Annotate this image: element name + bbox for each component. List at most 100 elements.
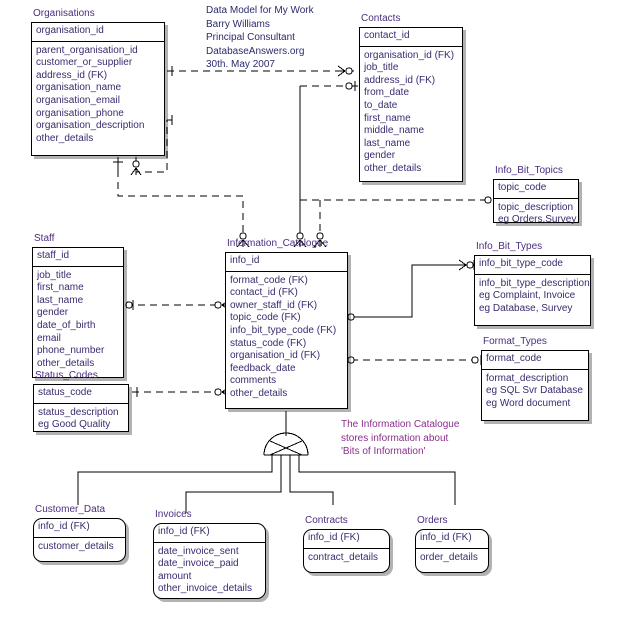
entity-box[interactable]: info_id format_code (FK) contact_id (FK)…	[225, 252, 348, 409]
field-attr: customer_details	[38, 540, 114, 552]
entity-box[interactable]: info_id (FK) customer_details	[33, 518, 126, 562]
field-attr: gender	[364, 150, 396, 162]
field-attr: topic_description	[498, 201, 574, 213]
field-attr: other_details	[230, 387, 288, 399]
field-attr: first_name	[37, 282, 84, 294]
attribute-section: topic_description eg Orders,Survey	[494, 199, 578, 230]
field-attr: status_code (FK)	[230, 337, 307, 349]
attribute-section: job_title first_name last_name gender da…	[33, 267, 123, 374]
field-attr: address_id (FK)	[36, 69, 108, 81]
attribute-section: customer_details	[34, 538, 125, 557]
primary-key-section: staff_id	[33, 248, 123, 267]
field-attr: eg Complaint, Invoice	[479, 290, 576, 302]
attribute-section: info_bit_type_description eg Complaint, …	[475, 275, 590, 319]
attribute-section: order_details	[416, 549, 488, 568]
entity-box[interactable]: organisation_id parent_organisation_id c…	[31, 22, 165, 156]
field-attr: phone_number	[37, 345, 105, 357]
field-attr: organisation_id (FK)	[230, 350, 321, 362]
field-attr: amount	[158, 570, 192, 582]
attribute-section: format_description eg SQL Svr Database e…	[482, 370, 588, 414]
attribute-section: date_invoice_sent date_invoice_paid amou…	[154, 543, 265, 599]
field-pk: status_code	[38, 387, 92, 398]
primary-key-section: format_code	[482, 351, 588, 370]
primary-key-section: info_id (FK)	[34, 519, 125, 538]
author-line: Barry Williams	[206, 18, 270, 30]
entity-box[interactable]: status_code status_description eg Good Q…	[33, 384, 129, 432]
field-pk: staff_id	[37, 250, 70, 261]
field-attr: other_details	[36, 132, 94, 144]
field-attr: eg Word document	[486, 397, 571, 409]
entity-title: Information_Catalogue	[227, 238, 329, 249]
entity-box[interactable]: info_id (FK) contract_details	[303, 529, 390, 573]
date-line: 30th. May 2007	[206, 59, 275, 70]
annotation-line-3: 'Bits of Information'	[341, 446, 426, 457]
field-attr: organisation_id (FK)	[364, 49, 455, 61]
field-attr: parent_organisation_id	[36, 44, 138, 56]
primary-key-section: info_id (FK)	[416, 530, 488, 549]
entity-box[interactable]: topic_code topic_description eg Orders,S…	[493, 179, 579, 225]
field-attr: job_title	[364, 62, 399, 74]
field-attr: topic_code (FK)	[230, 312, 301, 324]
annotation-line-2: stores information about	[341, 432, 449, 444]
entity-title: Info_Bit_Types	[476, 241, 543, 252]
field-attr: status_description	[38, 406, 119, 418]
field-attr: eg SQL Svr Database	[486, 385, 583, 397]
field-attr: feedback_date	[230, 362, 296, 374]
entity-title: Info_Bit_Topics	[495, 165, 563, 176]
primary-key-section: topic_code	[494, 180, 578, 199]
field-attr: date_invoice_sent	[158, 545, 239, 557]
field-attr: owner_staff_id (FK)	[230, 299, 318, 311]
entity-title: Orders	[417, 515, 448, 526]
entity-box[interactable]: format_code format_description eg SQL Sv…	[481, 350, 589, 421]
field-attr: format_code (FK)	[230, 274, 308, 286]
field-attr: eg Database, Survey	[479, 302, 573, 314]
field-attr: format_description	[486, 372, 569, 384]
primary-key-section: status_code	[34, 385, 128, 404]
field-attr: organisation_name	[36, 82, 122, 94]
field-attr: comments	[230, 375, 277, 387]
attribute-section: status_description eg Good Quality	[34, 404, 128, 435]
entity-title: Contracts	[305, 515, 348, 526]
field-attr: email	[37, 332, 61, 344]
entity-title: Status_Codes	[35, 370, 98, 381]
field-pk: info_id (FK)	[158, 526, 210, 537]
entity-title: Contacts	[361, 13, 401, 24]
role-line: Principal Consultant	[206, 32, 295, 43]
field-attr: organisation_phone	[36, 107, 124, 119]
field-attr: to_date	[364, 99, 398, 111]
field-pk: topic_code	[498, 182, 547, 193]
primary-key-section: contact_id	[360, 28, 462, 47]
entity-title: Invoices	[155, 509, 192, 520]
field-attr: other_invoice_details	[158, 583, 252, 595]
entity-box[interactable]: staff_id job_title first_name last_name …	[32, 247, 124, 378]
primary-key-section: info_id (FK)	[154, 524, 265, 543]
attribute-section: parent_organisation_id customer_or_suppl…	[32, 42, 164, 149]
field-pk: contact_id	[364, 30, 410, 41]
field-attr: middle_name	[364, 125, 425, 137]
field-attr: last_name	[37, 294, 84, 306]
entity-title: Format_Types	[483, 336, 547, 347]
field-attr: address_id (FK)	[364, 74, 436, 86]
entity-box[interactable]: contact_id organisation_id (FK) job_titl…	[359, 27, 463, 182]
field-attr: contract_details	[308, 551, 379, 563]
field-pk: info_id (FK)	[308, 532, 360, 543]
entity-box[interactable]: info_id (FK) order_details	[415, 529, 489, 573]
field-attr: customer_or_supplier	[36, 57, 133, 69]
field-attr: eg Orders,Survey	[498, 214, 577, 226]
entity-title: Staff	[34, 233, 55, 244]
field-attr: other_details	[37, 357, 95, 369]
primary-key-section: info_id	[226, 253, 347, 272]
field-attr: info_bit_type_code (FK)	[230, 324, 337, 336]
field-attr: eg Good Quality	[38, 419, 111, 431]
field-pk: info_bit_type_code	[479, 258, 563, 269]
field-pk: organisation_id	[36, 25, 104, 36]
entity-box[interactable]: info_bit_type_code info_bit_type_descrip…	[474, 255, 591, 326]
field-attr: last_name	[364, 137, 411, 149]
field-attr: other_details	[364, 162, 422, 174]
entity-box[interactable]: info_id (FK) date_invoice_sent date_invo…	[153, 523, 266, 599]
field-pk: info_id (FK)	[38, 521, 90, 532]
attribute-section: organisation_id (FK) job_title address_i…	[360, 47, 462, 179]
entity-title: Organisations	[33, 8, 95, 19]
field-pk: info_id (FK)	[420, 532, 472, 543]
primary-key-section: organisation_id	[32, 23, 164, 42]
